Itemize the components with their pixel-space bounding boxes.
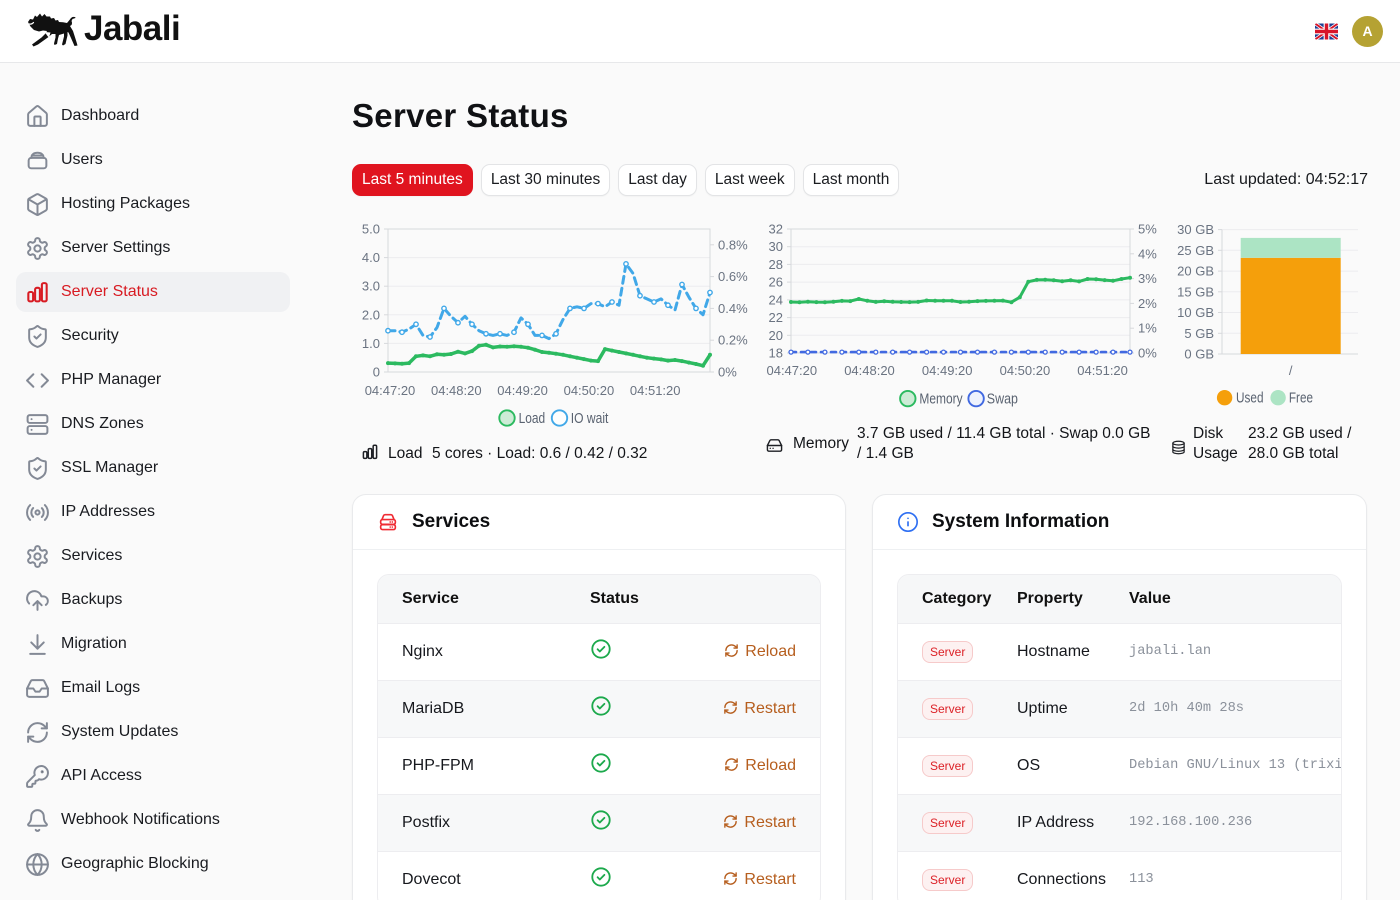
svg-text:0%: 0%: [1138, 346, 1157, 361]
svg-text:30: 30: [769, 239, 783, 254]
svg-text:0.6%: 0.6%: [718, 269, 748, 284]
svg-text:32: 32: [769, 222, 783, 237]
svg-text:0 GB: 0 GB: [1184, 347, 1214, 362]
svg-text:24: 24: [769, 292, 783, 307]
svg-text:18: 18: [769, 346, 783, 361]
svg-text:30 GB: 30 GB: [1177, 222, 1214, 237]
svg-text:04:49:20: 04:49:20: [922, 363, 973, 378]
svg-text:1.0: 1.0: [362, 336, 380, 351]
svg-text:25 GB: 25 GB: [1177, 243, 1214, 258]
svg-text:Load: Load: [519, 411, 546, 427]
svg-text:10 GB: 10 GB: [1177, 305, 1214, 320]
svg-text:5 GB: 5 GB: [1184, 326, 1214, 341]
svg-text:22: 22: [769, 310, 783, 325]
svg-text:20 GB: 20 GB: [1177, 264, 1214, 279]
svg-text:4%: 4%: [1138, 246, 1157, 261]
svg-text:Free: Free: [1289, 391, 1313, 407]
svg-text:26: 26: [769, 275, 783, 290]
svg-text:28: 28: [769, 257, 783, 272]
svg-text:04:50:20: 04:50:20: [564, 383, 615, 398]
svg-text:0%: 0%: [718, 365, 737, 380]
svg-text:0.4%: 0.4%: [718, 301, 748, 316]
svg-text:04:51:20: 04:51:20: [630, 383, 681, 398]
svg-text:1%: 1%: [1138, 321, 1157, 336]
svg-text:04:48:20: 04:48:20: [431, 383, 482, 398]
svg-text:04:49:20: 04:49:20: [497, 383, 548, 398]
svg-text:2.0: 2.0: [362, 307, 380, 322]
svg-text:Swap: Swap: [987, 392, 1018, 408]
svg-text:IO wait: IO wait: [571, 411, 609, 427]
svg-text:3%: 3%: [1138, 271, 1157, 286]
svg-text:0.8%: 0.8%: [718, 237, 748, 252]
svg-text:/: /: [1289, 363, 1293, 378]
svg-text:2%: 2%: [1138, 296, 1157, 311]
svg-text:04:50:20: 04:50:20: [1000, 363, 1051, 378]
svg-text:20: 20: [769, 328, 783, 343]
svg-text:Used: Used: [1236, 391, 1264, 407]
svg-text:04:47:20: 04:47:20: [365, 383, 416, 398]
svg-text:0.2%: 0.2%: [718, 333, 748, 348]
svg-text:04:48:20: 04:48:20: [844, 363, 895, 378]
svg-text:4.0: 4.0: [362, 250, 380, 265]
svg-text:Memory: Memory: [919, 392, 963, 408]
svg-text:0: 0: [373, 365, 380, 380]
svg-text:04:51:20: 04:51:20: [1077, 363, 1128, 378]
svg-text:5.0: 5.0: [362, 222, 380, 237]
svg-text:04:47:20: 04:47:20: [766, 363, 817, 378]
svg-text:5%: 5%: [1138, 222, 1157, 237]
svg-text:15 GB: 15 GB: [1177, 284, 1214, 299]
svg-text:3.0: 3.0: [362, 279, 380, 294]
